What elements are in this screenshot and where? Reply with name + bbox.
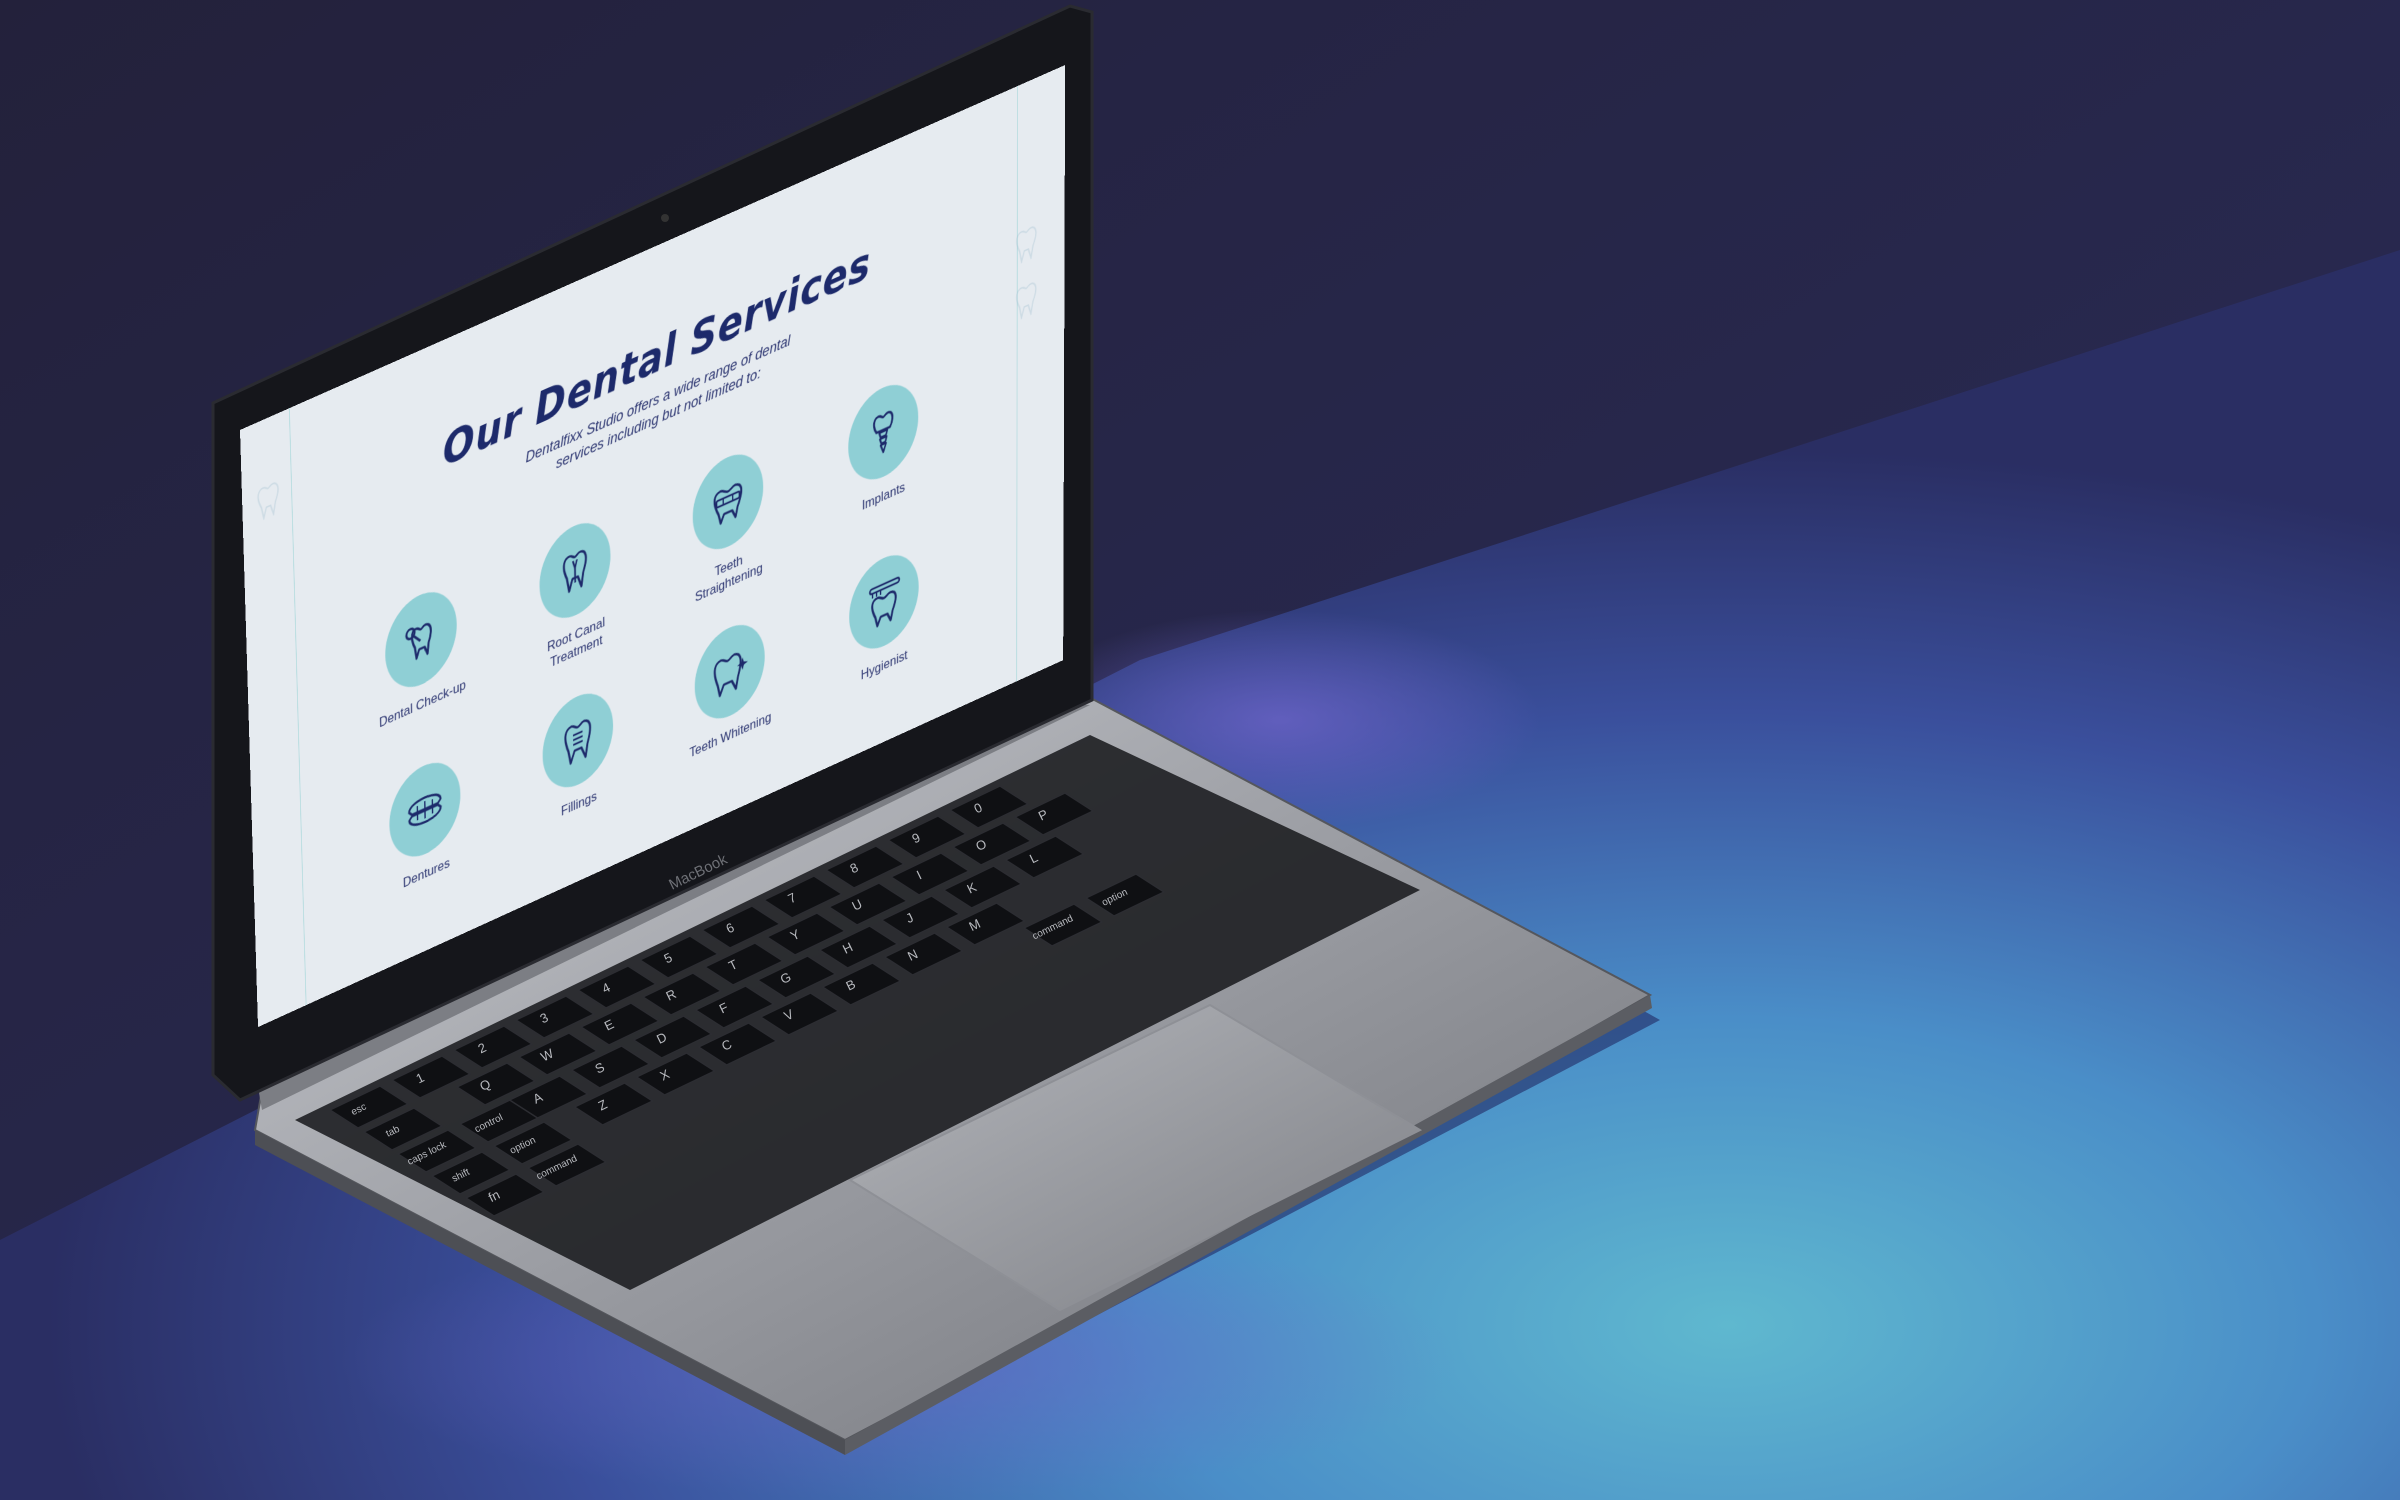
- service-dentures[interactable]: Dentures: [362, 738, 487, 909]
- service-root-canal[interactable]: Root Canal Treatment: [513, 498, 638, 687]
- service-implants[interactable]: Implants: [822, 361, 944, 532]
- sparkle-tooth-icon: [709, 638, 748, 706]
- service-dental-checkup[interactable]: Dental Check-up: [358, 567, 484, 739]
- filling-tooth-icon: [556, 707, 599, 775]
- toothbrush-tooth-icon: [863, 568, 905, 635]
- root-canal-tooth-icon: [553, 536, 596, 604]
- implant-icon: [862, 398, 904, 466]
- service-fillings[interactable]: Fillings: [516, 669, 640, 839]
- braces-tooth-icon: [707, 468, 750, 536]
- tooth-mirror-icon: [399, 605, 443, 673]
- service-teeth-whitening[interactable]: Teeth Whitening: [669, 600, 791, 770]
- service-teeth-straightening[interactable]: Teeth Straightening: [666, 430, 789, 618]
- background-tooth-icon: [1015, 279, 1038, 323]
- camera: [661, 214, 669, 222]
- dentures-icon: [403, 776, 446, 844]
- service-hygienist[interactable]: Hygienist: [823, 531, 944, 701]
